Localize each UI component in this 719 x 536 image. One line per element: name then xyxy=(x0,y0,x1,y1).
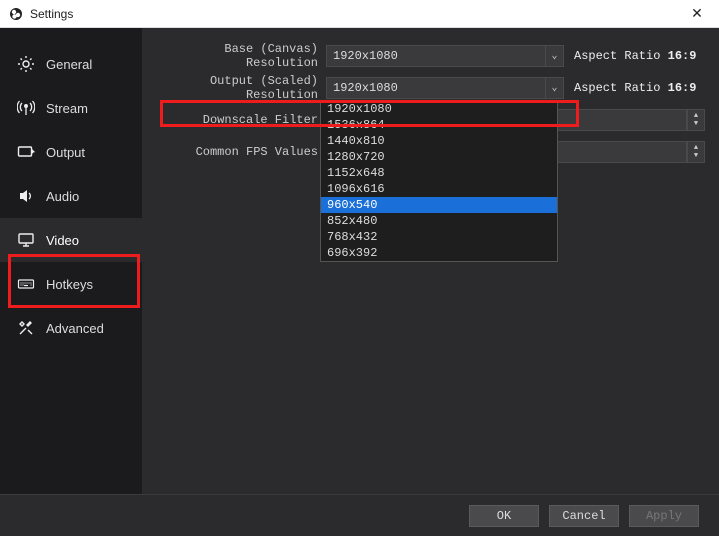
app-icon xyxy=(8,6,24,22)
close-button[interactable]: ✕ xyxy=(683,4,711,24)
gear-icon xyxy=(16,54,36,74)
sidebar-item-label: General xyxy=(46,57,92,72)
titlebar: Settings ✕ xyxy=(0,0,719,28)
sidebar-item-label: Hotkeys xyxy=(46,277,93,292)
resolution-option[interactable]: 1920x1080 xyxy=(321,101,557,117)
resolution-option[interactable]: 696x392 xyxy=(321,245,557,261)
output-resolution-dropdown[interactable]: 1920x10801536x8641440x8101280x7201152x64… xyxy=(320,100,558,262)
fps-label: Common FPS Values xyxy=(156,145,326,159)
sidebar-item-output[interactable]: Output xyxy=(0,130,142,174)
sidebar-item-label: Stream xyxy=(46,101,88,116)
base-resolution-label: Base (Canvas) Resolution xyxy=(156,42,326,70)
window-title: Settings xyxy=(30,7,683,21)
resolution-option[interactable]: 960x540 xyxy=(321,197,557,213)
output-resolution-value: 1920x1080 xyxy=(327,81,545,95)
sidebar-item-label: Advanced xyxy=(46,321,104,336)
sidebar-item-advanced[interactable]: Advanced xyxy=(0,306,142,350)
sidebar-item-video[interactable]: Video xyxy=(0,218,142,262)
resolution-option[interactable]: 852x480 xyxy=(321,213,557,229)
base-resolution-row: Base (Canvas) Resolution 1920x1080 ⌄ Asp… xyxy=(156,44,705,68)
sidebar-item-hotkeys[interactable]: Hotkeys xyxy=(0,262,142,306)
output-resolution-combo[interactable]: 1920x1080 ⌄ xyxy=(326,77,564,99)
chevron-down-icon: ⌄ xyxy=(545,78,563,98)
output-resolution-row: Output (Scaled) Resolution 1920x1080 ⌄ A… xyxy=(156,76,705,100)
apply-button[interactable]: Apply xyxy=(629,505,699,527)
keyboard-icon xyxy=(16,274,36,294)
output-resolution-label: Output (Scaled) Resolution xyxy=(156,74,326,102)
resolution-option[interactable]: 1280x720 xyxy=(321,149,557,165)
base-resolution-value: 1920x1080 xyxy=(327,49,545,63)
speaker-icon xyxy=(16,186,36,206)
sidebar-item-general[interactable]: General xyxy=(0,42,142,86)
base-resolution-combo[interactable]: 1920x1080 ⌄ xyxy=(326,45,564,67)
filter-spinner[interactable]: ▲▼ xyxy=(687,109,705,131)
resolution-option[interactable]: 1096x616 xyxy=(321,181,557,197)
video-settings-panel: Base (Canvas) Resolution 1920x1080 ⌄ Asp… xyxy=(142,28,719,494)
downscale-filter-label: Downscale Filter xyxy=(156,113,326,127)
sidebar-item-audio[interactable]: Audio xyxy=(0,174,142,218)
fps-value-spinner[interactable]: ▲▼ xyxy=(687,141,705,163)
cancel-button[interactable]: Cancel xyxy=(549,505,619,527)
antenna-icon xyxy=(16,98,36,118)
resolution-option[interactable]: 1152x648 xyxy=(321,165,557,181)
base-aspect: Aspect Ratio 16:9 xyxy=(574,49,696,63)
sidebar-item-label: Audio xyxy=(46,189,79,204)
resolution-option[interactable]: 1440x810 xyxy=(321,133,557,149)
tools-icon xyxy=(16,318,36,338)
output-icon xyxy=(16,142,36,162)
resolution-option[interactable]: 768x432 xyxy=(321,229,557,245)
footer: OK Cancel Apply xyxy=(0,494,719,536)
ok-button[interactable]: OK xyxy=(469,505,539,527)
content: General Stream Output Audio xyxy=(0,28,719,494)
resolution-option[interactable]: 1536x864 xyxy=(321,117,557,133)
sidebar: General Stream Output Audio xyxy=(0,28,142,494)
chevron-down-icon: ⌄ xyxy=(545,46,563,66)
output-aspect: Aspect Ratio 16:9 xyxy=(574,81,696,95)
sidebar-item-stream[interactable]: Stream xyxy=(0,86,142,130)
monitor-icon xyxy=(16,230,36,250)
sidebar-item-label: Video xyxy=(46,233,79,248)
sidebar-item-label: Output xyxy=(46,145,85,160)
